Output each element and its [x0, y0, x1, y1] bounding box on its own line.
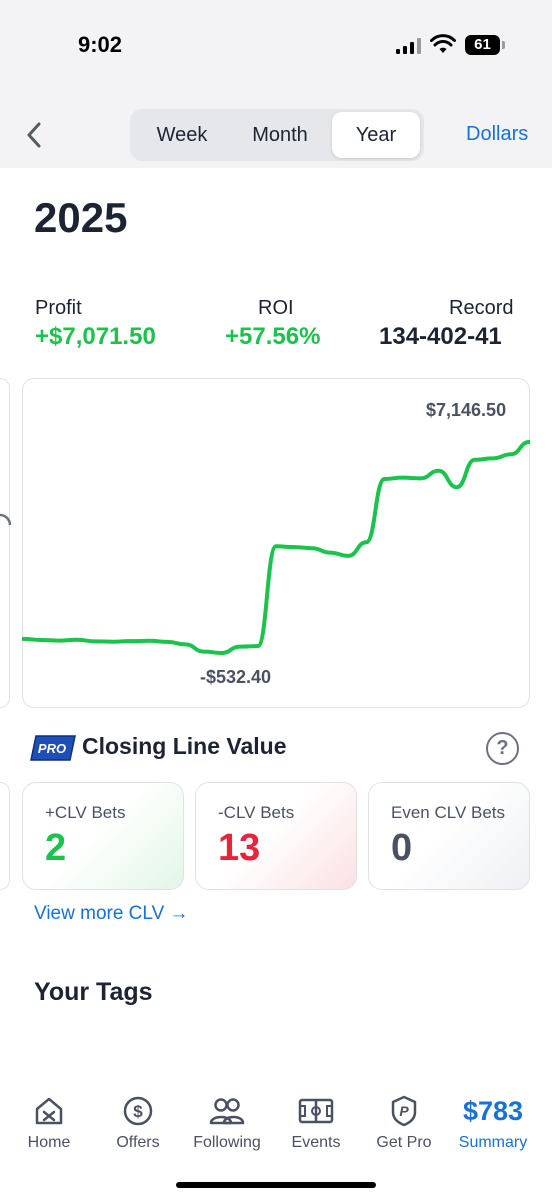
- clv-section-title: Closing Line Value: [82, 733, 287, 759]
- chart-max-label: $7,146.50: [426, 400, 507, 420]
- clv-card-positive[interactable]: +CLV Bets 2: [22, 782, 184, 890]
- people-icon: [209, 1098, 245, 1125]
- clv-card-count: 13: [218, 827, 261, 869]
- summary-balance: $783: [462, 1096, 524, 1126]
- tab-offers[interactable]: $ Offers: [93, 1094, 183, 1152]
- tab-following[interactable]: Following: [182, 1094, 272, 1152]
- home-icon: [35, 1097, 63, 1125]
- tab-events[interactable]: Events: [271, 1094, 361, 1152]
- tab-summary[interactable]: $783 Summary: [448, 1094, 538, 1152]
- clv-card-label: +CLV Bets: [45, 803, 126, 822]
- clv-card-count: 0: [391, 827, 413, 869]
- tab-home[interactable]: Home: [4, 1094, 94, 1152]
- clv-card-label: Even CLV Bets: [391, 803, 506, 822]
- tab-label: Get Pro: [376, 1134, 432, 1151]
- home-indicator: [176, 1182, 376, 1188]
- battery-icon: 61: [465, 35, 505, 55]
- roi-label: ROI: [258, 297, 294, 319]
- profit-series-line: [22, 440, 530, 655]
- tab-label: Following: [193, 1134, 261, 1151]
- previous-clv-card-peek[interactable]: [0, 782, 10, 890]
- segment-week[interactable]: Week: [134, 112, 230, 158]
- dollar-coin-icon: $: [123, 1096, 153, 1126]
- tab-label: Events: [291, 1134, 341, 1151]
- dollars-toggle-button[interactable]: Dollars: [466, 123, 528, 146]
- profit-value: +$7,071.50: [35, 323, 156, 350]
- tab-label: Home: [27, 1134, 71, 1151]
- pro-badge-icon: PRO: [30, 735, 76, 761]
- view-more-clv-link[interactable]: View more CLV →: [34, 903, 189, 925]
- clv-card-label: -CLV Bets: [218, 803, 295, 822]
- segment-month[interactable]: Month: [232, 112, 328, 158]
- svg-text:$: $: [133, 1102, 143, 1121]
- top-header: 9:02 61 Week Month Year Dollars: [0, 0, 552, 168]
- stadium-field-icon: [298, 1098, 334, 1124]
- roi-value: +57.56%: [225, 323, 321, 350]
- record-value: 134-402-41: [379, 323, 502, 350]
- pro-shield-icon: P: [391, 1095, 417, 1127]
- tab-get-pro[interactable]: P Get Pro: [359, 1094, 449, 1152]
- battery-level: 61: [465, 35, 500, 55]
- clv-card-negative[interactable]: -CLV Bets 13: [195, 782, 357, 890]
- clv-card-count: 2: [45, 827, 67, 869]
- segment-year-selected[interactable]: Year: [332, 112, 420, 158]
- back-chevron-icon[interactable]: [20, 118, 50, 152]
- clv-card-even[interactable]: Even CLV Bets 0: [368, 782, 530, 890]
- record-label: Record: [449, 297, 514, 319]
- page-title: 2025: [34, 194, 128, 241]
- tab-label: Offers: [116, 1134, 160, 1151]
- help-question-icon[interactable]: ?: [486, 732, 519, 765]
- tags-section-title: Your Tags: [34, 978, 153, 1006]
- svg-text:P: P: [399, 1103, 409, 1119]
- profit-line-chart: [22, 440, 530, 655]
- status-time: 9:02: [78, 32, 123, 57]
- cellular-signal-icon: [396, 38, 422, 54]
- chart-min-label: -$532.40: [200, 667, 272, 687]
- tab-label: Summary: [458, 1134, 528, 1151]
- pro-badge-text: PRO: [38, 741, 66, 756]
- previous-chart-edge: [0, 513, 12, 526]
- profit-label: Profit: [35, 297, 82, 319]
- period-segmented-control: Week Month Year: [130, 109, 424, 161]
- wifi-icon: [430, 34, 456, 53]
